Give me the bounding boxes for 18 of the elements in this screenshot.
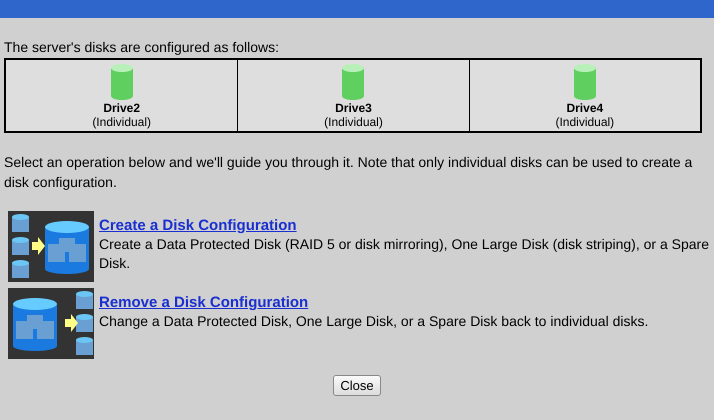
drive-status: (Individual) [92, 115, 152, 129]
drive-name: Drive2 [103, 101, 140, 115]
operation-description: Change a Data Protected Disk, One Large Disk, or a Spare Disk back to individual disks. [99, 312, 650, 331]
intro-text: The server's disks are configured as follows: [4, 39, 280, 56]
disk-icon [110, 64, 133, 100]
close-button[interactable]: Close [333, 375, 381, 396]
drive-name: Drive4 [566, 101, 604, 115]
operation-link[interactable]: Create a Disk Configuration [99, 217, 297, 235]
instructions-text: Select an operation below and we'll guide you through it. Note that only individual disks can be used to create a disk configuration. [4, 153, 694, 192]
drive-status: (Individual) [324, 115, 383, 129]
disk-icon [342, 64, 364, 100]
disk-icon [574, 64, 596, 100]
disks-split-icon [8, 288, 94, 359]
operation-link[interactable]: Remove a Disk Configuration [99, 294, 308, 312]
drive-name: Drive3 [335, 101, 372, 115]
drive-status: (Individual) [555, 115, 614, 129]
disks-merge-icon [8, 211, 94, 282]
operation-description: Create a Data Protected Disk (RAID 5 or disk mirroring), One Large Disk (disk striping), or a Spare Disk. [99, 235, 709, 273]
